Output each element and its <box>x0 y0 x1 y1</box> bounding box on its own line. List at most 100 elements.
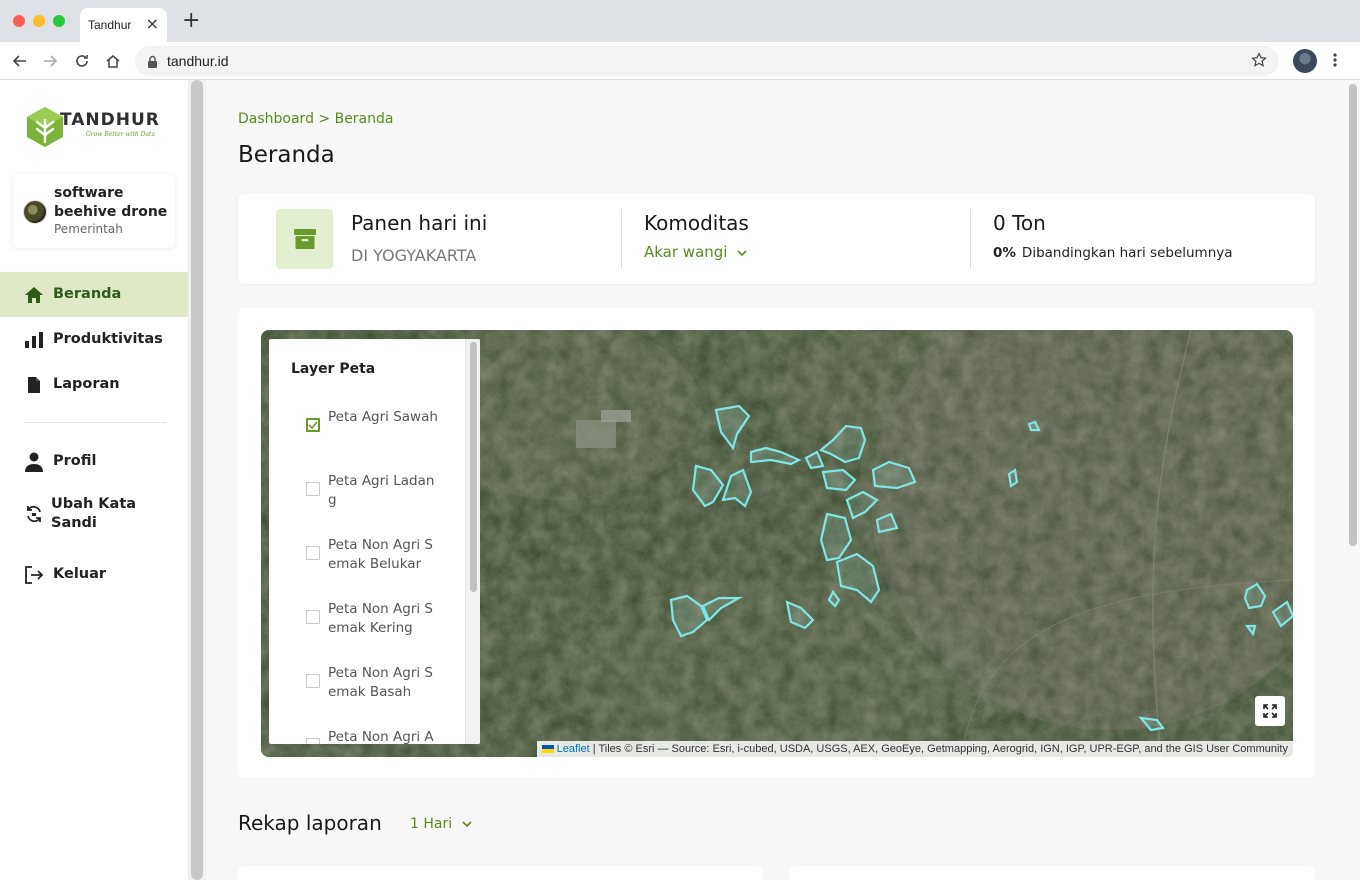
change-percent: 0% <box>993 245 1016 261</box>
harvest-region: DI YOGYAKARTA <box>351 246 477 265</box>
person-icon <box>24 452 44 472</box>
map-attribution: Leaflet | Tiles © Esri — Source: Esri, i… <box>536 741 1293 757</box>
bookmark-star-icon[interactable] <box>1251 52 1267 72</box>
sidebar: TANDHUR Grow Better with Data software b… <box>0 80 188 880</box>
expand-icon <box>1263 704 1277 718</box>
stats-divider <box>970 209 971 269</box>
sidebar-item-ubah-kata-sandi[interactable]: Ubah Kata Sandi <box>0 491 188 536</box>
commodity-dropdown[interactable]: Akar wangi <box>644 243 748 261</box>
browser-tabbar: Tandhur × + <box>0 0 1360 42</box>
minimize-window-button[interactable] <box>33 15 45 27</box>
user-card[interactable]: software beehive drone Pemerintah <box>13 174 175 248</box>
sidebar-item-label: Keluar <box>53 566 107 582</box>
sidebar-item-laporan[interactable]: Laporan <box>0 362 188 407</box>
page-title: Beranda <box>238 142 335 168</box>
sidebar-scrollbar-thumb[interactable] <box>191 80 203 880</box>
home-browser-icon[interactable] <box>103 51 123 71</box>
page-scrollbar-thumb[interactable] <box>1349 84 1357 546</box>
layer-item-peta-non-agri-semak-kering[interactable]: Peta Non Agri Semak Kering <box>306 600 446 640</box>
attribution-text: | Tiles © Esri — Source: Esri, i-cubed, … <box>589 743 1288 755</box>
sidebar-divider <box>24 422 166 423</box>
sidebar-item-beranda[interactable]: Beranda <box>0 272 188 317</box>
forward-arrow-icon[interactable] <box>40 51 60 71</box>
sidebar-item-profil[interactable]: Profil <box>0 439 188 484</box>
logo-tagline: Grow Better with Data <box>86 131 156 138</box>
layer-label: Peta Non Agri Semak Basah <box>328 665 433 700</box>
fullscreen-button[interactable] <box>1255 696 1285 726</box>
page-scrollbar[interactable] <box>1346 80 1360 880</box>
new-tab-button[interactable]: + <box>182 10 200 32</box>
user-role: Pemerintah <box>54 222 123 236</box>
layer-panel-title: Layer Peta <box>291 361 376 377</box>
layer-label: Peta Non Agri A <box>328 729 434 744</box>
bar-chart-icon <box>24 330 44 350</box>
recap-period-dropdown[interactable]: 1 Hari <box>410 816 472 832</box>
tab-title: Tandhur <box>88 18 132 32</box>
url-text: tandhur.id <box>167 53 229 69</box>
layer-checkbox[interactable] <box>306 610 320 624</box>
sidebar-scrollbar[interactable] <box>188 80 206 880</box>
sidebar-item-label: Laporan <box>53 376 120 392</box>
maximize-window-button[interactable] <box>53 15 65 27</box>
comparison-text: 0% Dibandingkan hari sebelumnya <box>993 245 1233 261</box>
layer-checkbox[interactable] <box>306 674 320 688</box>
stats-divider <box>621 209 622 269</box>
address-bar[interactable]: tandhur.id <box>135 46 1279 76</box>
main-content: Dashboard > Beranda Beranda Panen hari i… <box>206 80 1346 880</box>
layer-control-panel: Layer Peta Peta Agri Sawah Peta Agri Lad… <box>269 339 480 744</box>
browser-tab[interactable]: Tandhur × <box>80 8 167 42</box>
logo-text: TANDHUR <box>60 110 160 130</box>
refresh-lock-icon <box>24 504 44 524</box>
archive-box-icon <box>276 209 333 269</box>
map-card: Layer Peta Peta Agri Sawah Peta Agri Lad… <box>238 308 1315 778</box>
ukraine-flag-icon <box>541 745 554 754</box>
layer-item-peta-agri-ladang[interactable]: Peta Agri Ladang <box>306 472 446 512</box>
layer-checkbox[interactable] <box>306 738 320 744</box>
logout-icon <box>24 565 44 585</box>
sidebar-item-label: Profil <box>53 453 97 469</box>
layer-item-peta-non-agri-a[interactable]: Peta Non Agri A <box>306 728 446 744</box>
layer-checkbox[interactable] <box>306 546 320 560</box>
recap-card <box>789 866 1315 880</box>
tab-close-icon[interactable]: × <box>146 14 159 33</box>
browser-profile-avatar[interactable] <box>1293 49 1317 73</box>
harvest-amount: 0 Ton <box>993 211 1046 235</box>
commodity-value: Akar wangi <box>644 243 728 261</box>
change-text: Dibandingkan hari sebelumnya <box>1021 245 1233 261</box>
layer-label: Peta Non Agri Semak Belukar <box>328 537 433 572</box>
sidebar-item-keluar[interactable]: Keluar <box>0 552 188 597</box>
back-arrow-icon[interactable] <box>10 51 30 71</box>
chevron-down-icon <box>462 816 472 832</box>
sidebar-item-produktivitas[interactable]: Produktivitas <box>0 317 188 362</box>
recap-period-value: 1 Hari <box>410 816 453 832</box>
sidebar-item-label: Beranda <box>53 286 122 302</box>
layer-checkbox[interactable] <box>306 482 320 496</box>
layer-label: Peta Agri Sawah <box>328 409 438 425</box>
layer-checkbox[interactable] <box>306 418 320 432</box>
layer-panel-scrollbar-thumb[interactable] <box>470 342 477 592</box>
sidebar-item-label: Ubah Kata Sandi <box>51 495 137 531</box>
close-window-button[interactable] <box>13 15 25 27</box>
tandhur-logo-icon[interactable] <box>26 106 64 152</box>
layer-item-peta-non-agri-semak-belukar[interactable]: Peta Non Agri Semak Belukar <box>306 536 446 576</box>
harvest-title: Panen hari ini <box>351 211 488 235</box>
reload-icon[interactable] <box>72 51 92 71</box>
browser-menu-icon[interactable] <box>1332 51 1338 73</box>
user-name: software beehive drone <box>54 185 168 220</box>
satellite-map[interactable]: Layer Peta Peta Agri Sawah Peta Agri Lad… <box>261 330 1293 757</box>
chevron-down-icon <box>737 243 748 261</box>
layer-panel-scrollbar[interactable] <box>465 339 480 744</box>
home-icon <box>24 285 44 305</box>
lock-icon <box>147 54 158 73</box>
leaflet-link[interactable]: Leaflet <box>557 743 590 755</box>
layer-item-peta-non-agri-semak-basah[interactable]: Peta Non Agri Semak Basah <box>306 664 446 704</box>
avatar <box>23 200 47 224</box>
browser-toolbar: tandhur.id <box>0 42 1360 80</box>
layer-item-peta-agri-sawah[interactable]: Peta Agri Sawah <box>306 408 446 448</box>
stats-card: Panen hari ini DI YOGYAKARTA Komoditas A… <box>238 194 1315 284</box>
recap-card <box>238 866 763 880</box>
document-icon <box>24 375 44 395</box>
layer-label: Peta Non Agri Semak Kering <box>328 601 433 636</box>
breadcrumb[interactable]: Dashboard > Beranda <box>238 111 393 127</box>
recap-title: Rekap laporan <box>238 811 382 835</box>
